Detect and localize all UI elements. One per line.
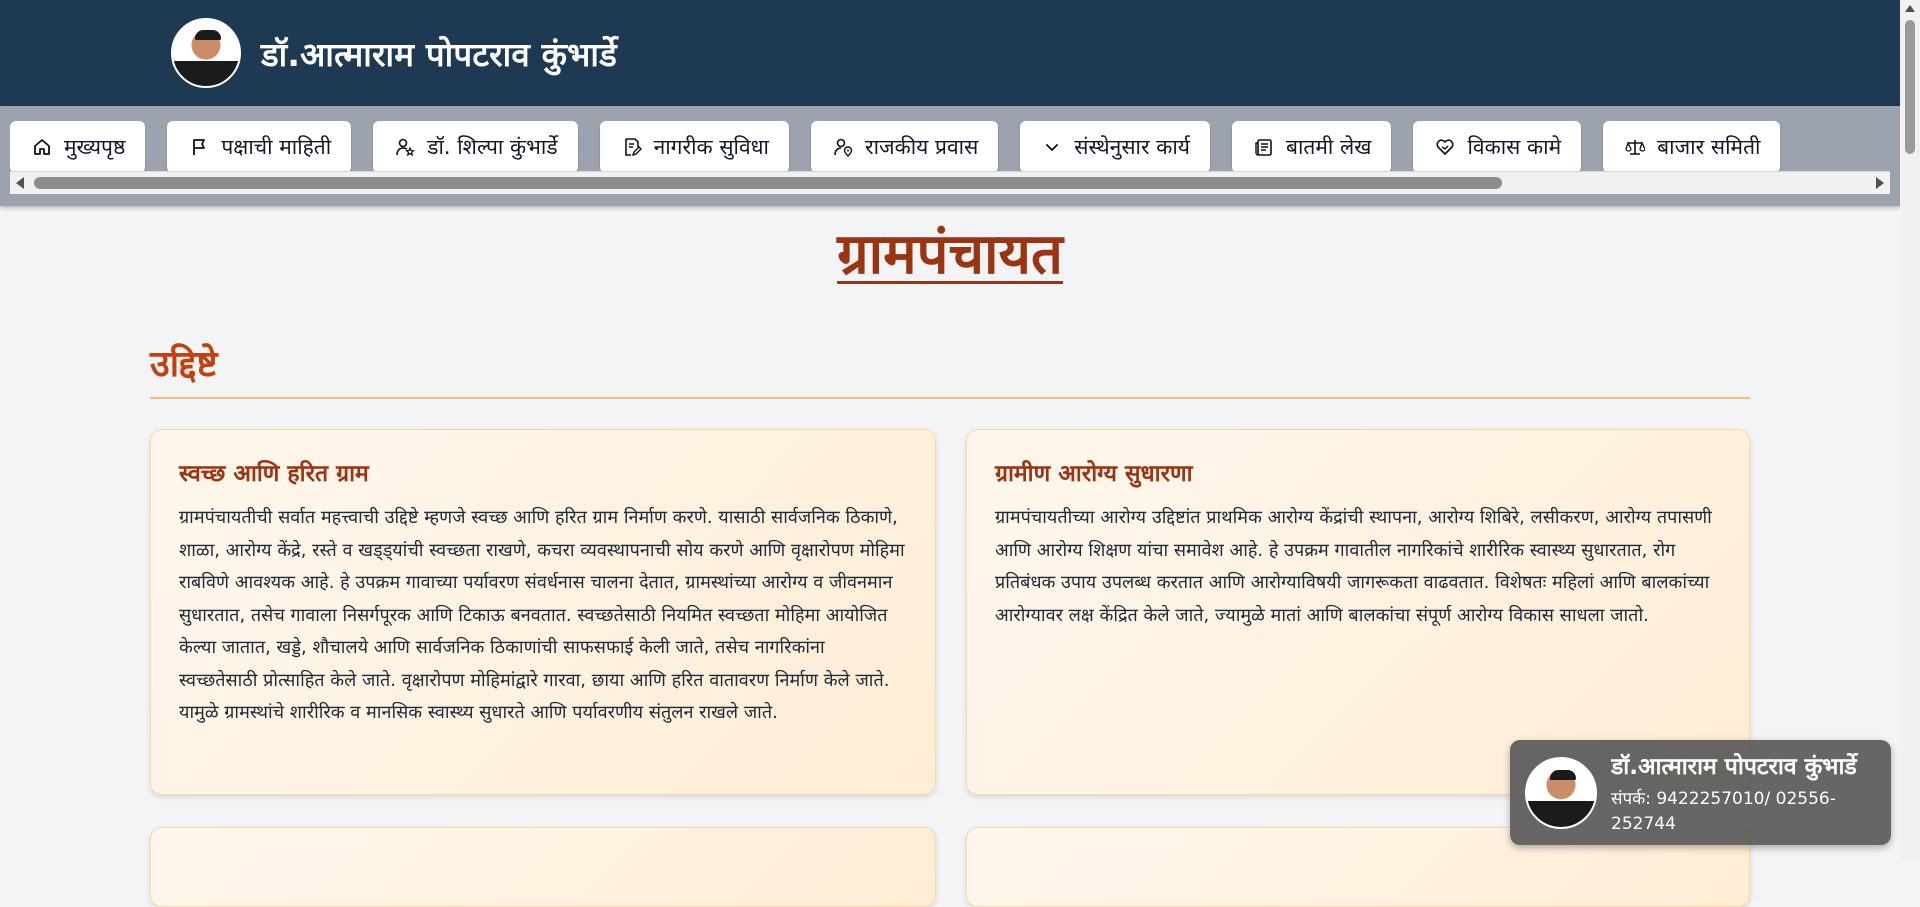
nav-item-label: बातमी लेख — [1285, 135, 1372, 159]
card-body: ग्रामपंचायतीच्या आरोग्य उद्दिष्टांत प्रा… — [995, 507, 1712, 626]
page-title: ग्रामपंचायत — [837, 222, 1063, 287]
nav-item-label: संस्थेनुसार कार्य — [1074, 135, 1190, 159]
section-heading: उद्दिष्टे — [150, 344, 218, 385]
scroll-left-arrow-icon[interactable] — [16, 177, 24, 189]
nav-item-shilpa[interactable]: डॉ. शिल्पा कुंभार्डे — [373, 121, 578, 173]
nav-item-market-committee[interactable]: बाजार समिती — [1603, 121, 1781, 173]
scrollbar-thumb[interactable] — [34, 177, 1502, 189]
contact-avatar — [1525, 756, 1597, 829]
nav-item-label: राजकीय प्रवास — [865, 135, 979, 159]
nav-item-home[interactable]: मुख्यपृष्ठ — [10, 121, 146, 173]
nav-item-political-journey[interactable]: राजकीय प्रवास — [811, 121, 999, 173]
nav-item-party-info[interactable]: पक्षाची माहिती — [167, 121, 352, 173]
section-divider — [150, 397, 1750, 399]
nav-item-label: मुख्यपृष्ठ — [64, 135, 126, 159]
nav-item-citizen-services[interactable]: नागरीक सुविधा — [599, 121, 789, 173]
flag-icon — [189, 137, 209, 157]
nav-horizontal-scrollbar[interactable] — [10, 171, 1890, 194]
nav-item-label: डॉ. शिल्पा कुंभार्डे — [427, 135, 558, 159]
card-title: स्वच्छ आणि हरित ग्राम — [179, 461, 369, 487]
nav-item-development-works[interactable]: विकास कामे — [1413, 121, 1582, 173]
card-title: ग्रामीण आरोग्य सुधारणा — [995, 461, 1193, 487]
contact-phone[interactable]: संपर्क: 9422257010/ 02556-252744 — [1611, 787, 1881, 837]
contact-text: डॉ.आत्माराम पोपटराव कुंभार्डे संपर्क: 94… — [1611, 749, 1881, 837]
nav-item-news-articles[interactable]: बातमी लेख — [1231, 121, 1392, 173]
scale-icon — [1625, 137, 1646, 157]
objective-card-partial — [150, 827, 936, 907]
nav-row: मुख्यपृष्ठ पक्षाची माहिती डॉ. शिल्पा कुं… — [10, 121, 1890, 173]
document-pen-icon — [622, 137, 642, 157]
page-vertical-scrollbar[interactable] — [1900, 0, 1920, 861]
nav-item-label: पक्षाची माहिती — [221, 135, 332, 159]
objective-card: स्वच्छ आणि हरित ग्राम ग्रामपंचायतीची सर्… — [150, 429, 936, 795]
nav-item-label: बाजार समिती — [1657, 135, 1761, 159]
user-location-icon — [833, 137, 853, 157]
site-title[interactable]: डॉ.आत्माराम पोपटराव कुंभार्डे — [261, 31, 617, 76]
scroll-right-arrow-icon[interactable] — [1876, 177, 1884, 189]
contact-popup[interactable]: डॉ.आत्माराम पोपटराव कुंभार्डे संपर्क: 94… — [1510, 740, 1891, 845]
handshake-heart-icon — [1435, 137, 1455, 157]
scroll-up-arrow-icon[interactable] — [1905, 5, 1915, 12]
nav-item-label: नागरीक सुविधा — [653, 135, 769, 159]
card-body: ग्रामपंचायतीची सर्वात महत्त्वाची उद्दिष्… — [179, 507, 905, 723]
newspaper-icon — [1254, 137, 1274, 157]
nav-item-institution-work[interactable]: संस्थेनुसार कार्य — [1020, 121, 1210, 173]
nav-item-label: विकास कामे — [1467, 135, 1562, 159]
home-icon — [32, 137, 52, 157]
chevron-down-icon — [1042, 137, 1062, 157]
page-scrollbar-thumb[interactable] — [1905, 20, 1915, 154]
site-header: डॉ.आत्माराम पोपटराव कुंभार्डे — [0, 0, 1900, 106]
user-star-icon — [395, 137, 416, 157]
contact-name: डॉ.आत्माराम पोपटराव कुंभार्डे — [1611, 753, 1857, 780]
nav-bar: मुख्यपृष्ठ पक्षाची माहिती डॉ. शिल्पा कुं… — [0, 106, 1900, 206]
avatar[interactable] — [171, 18, 241, 88]
